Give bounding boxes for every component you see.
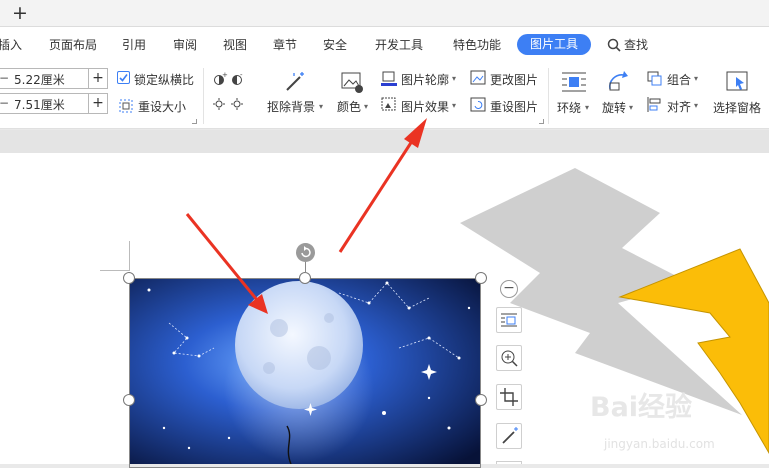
chevron-down-icon: ▾: [319, 102, 324, 111]
lock-ratio-checkbox[interactable]: [117, 71, 130, 84]
rotate-handle-icon[interactable]: [296, 243, 315, 262]
group-button[interactable]: 组合: [667, 71, 691, 88]
divider: [203, 68, 204, 124]
picture-color-icon: [340, 70, 364, 94]
tab-insert[interactable]: 插入: [0, 36, 22, 53]
reset-picture-icon: [470, 97, 486, 113]
lock-ratio-label: 锁定纵横比: [134, 73, 195, 87]
ribbon-toolbar: − 5.22厘米 + − 7.51厘米 + 锁定纵横比 重设大小 + - 抠除背景…: [0, 63, 769, 129]
picture-outline-icon: [381, 71, 397, 86]
search-button[interactable]: 查找: [624, 36, 648, 53]
chevron-down-icon: ▾: [629, 103, 634, 112]
magic-wand-icon: [283, 70, 307, 94]
align-icon: [647, 97, 662, 112]
text-wrap-button[interactable]: 环绕: [557, 99, 581, 116]
color-button[interactable]: 颜色: [337, 98, 361, 115]
picture-effect-icon: [381, 97, 397, 112]
crop-button[interactable]: [496, 384, 522, 410]
tab-view[interactable]: 视图: [223, 36, 247, 53]
magic-wand-icon: [502, 427, 518, 444]
resize-handle[interactable]: [475, 394, 487, 406]
zoom-in-button[interactable]: [496, 345, 522, 371]
tab-references[interactable]: 引用: [122, 36, 146, 53]
chevron-down-icon: ▾: [452, 74, 457, 83]
text-wrap-icon: [562, 71, 586, 93]
height-increase-button[interactable]: +: [88, 68, 108, 89]
remove-bg-quick-button[interactable]: [496, 423, 522, 449]
moon-picture[interactable]: [129, 278, 481, 464]
tab-features[interactable]: 特色功能: [453, 36, 501, 53]
svg-text:-: -: [240, 71, 243, 79]
chevron-down-icon: ▾: [694, 101, 699, 110]
rotate-icon: [606, 69, 630, 93]
collapse-toolbar-button[interactable]: −: [500, 280, 518, 298]
resize-handle[interactable]: [123, 394, 135, 406]
zoom-in-icon: [501, 350, 518, 367]
new-tab-button[interactable]: +: [12, 2, 28, 24]
chevron-down-icon: ▾: [364, 102, 369, 111]
divider: [548, 68, 549, 124]
width-increase-button[interactable]: +: [88, 93, 108, 114]
resize-handle[interactable]: [475, 272, 487, 284]
chevron-down-icon: ▾: [452, 101, 457, 110]
tab-picture-tools[interactable]: 图片工具: [517, 34, 591, 55]
change-picture-button[interactable]: 更改图片: [490, 71, 538, 88]
minus-icon: −: [0, 71, 10, 85]
group-icon: [647, 71, 662, 86]
contrast-icons[interactable]: + -: [212, 71, 246, 87]
title-bar: +: [0, 0, 769, 27]
minus-icon: −: [0, 96, 10, 110]
watermark-logo: Bai经验: [590, 392, 693, 423]
chevron-down-icon: ▾: [585, 103, 590, 112]
selection-pane-icon: [726, 71, 750, 93]
crop-icon: [500, 388, 518, 406]
align-button[interactable]: 对齐: [667, 98, 691, 115]
document-page[interactable]: Bai经验 jingyan.baidu.com −: [0, 153, 769, 468]
resize-icon: [119, 98, 133, 113]
margin-mark: [100, 270, 130, 271]
dialog-launcher-icon[interactable]: [539, 119, 544, 124]
wrap-layout-icon: [501, 313, 517, 327]
width-value: 7.51厘米: [14, 98, 65, 112]
height-field[interactable]: − 5.22厘米: [0, 68, 89, 89]
watermark-url: jingyan.baidu.com: [604, 437, 715, 451]
margin-mark: [129, 241, 130, 271]
svg-text:+: +: [222, 71, 228, 79]
remove-background-button[interactable]: 抠除背景: [267, 98, 315, 115]
resize-button[interactable]: 重设大小: [138, 98, 186, 115]
tab-page-layout[interactable]: 页面布局: [49, 36, 97, 53]
width-field[interactable]: − 7.51厘米: [0, 93, 89, 114]
resize-handle[interactable]: [299, 272, 311, 284]
resize-handle[interactable]: [123, 272, 135, 284]
selection-pane-button[interactable]: 选择窗格: [713, 99, 761, 116]
document-background: [0, 130, 769, 153]
rotate-button[interactable]: 旋转: [602, 99, 626, 116]
brightness-icons[interactable]: [212, 95, 246, 111]
dialog-launcher-icon[interactable]: [192, 119, 197, 124]
tab-review[interactable]: 审阅: [173, 36, 197, 53]
tab-security[interactable]: 安全: [323, 36, 347, 53]
search-icon: [607, 37, 621, 52]
height-value: 5.22厘米: [14, 73, 65, 87]
ribbon-tabs: 插入 页面布局 引用 审阅 视图 章节 安全 开发工具 特色功能 图片工具 查找: [0, 27, 769, 63]
reset-picture-button[interactable]: 重设图片: [490, 98, 538, 115]
picture-outline-button[interactable]: 图片轮廓: [401, 71, 449, 88]
change-picture-icon: [470, 70, 486, 86]
picture-effect-button[interactable]: 图片效果: [401, 98, 449, 115]
chevron-down-icon: ▾: [694, 74, 699, 83]
tab-chapter[interactable]: 章节: [273, 36, 297, 53]
layout-options-button[interactable]: [496, 307, 522, 333]
tab-developer[interactable]: 开发工具: [375, 36, 423, 53]
